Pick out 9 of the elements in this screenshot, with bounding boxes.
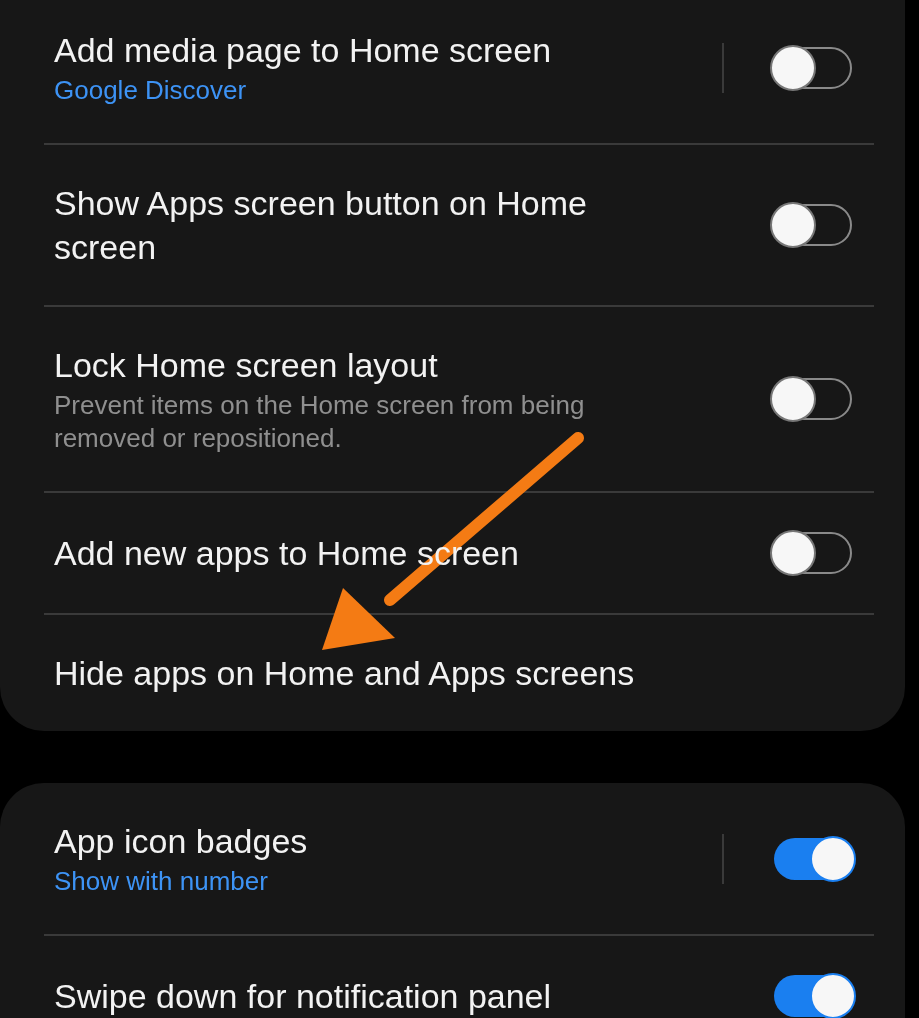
setting-title[interactable]: Hide apps on Home and Apps screens bbox=[54, 651, 694, 695]
setting-title[interactable]: Swipe down for notification panel bbox=[54, 974, 694, 1018]
setting-title[interactable]: App icon badges bbox=[54, 819, 694, 863]
setting-title[interactable]: Show Apps screen button on Home screen bbox=[54, 181, 694, 269]
setting-title[interactable]: Add media page to Home screen bbox=[54, 28, 694, 72]
setting-value: Show with number bbox=[54, 865, 269, 898]
setting-title[interactable]: Lock Home screen layout bbox=[54, 343, 694, 387]
setting-description: Prevent items on the Home screen from being removed or repositioned. bbox=[54, 389, 586, 455]
setting-value: Google Discover bbox=[54, 74, 248, 107]
